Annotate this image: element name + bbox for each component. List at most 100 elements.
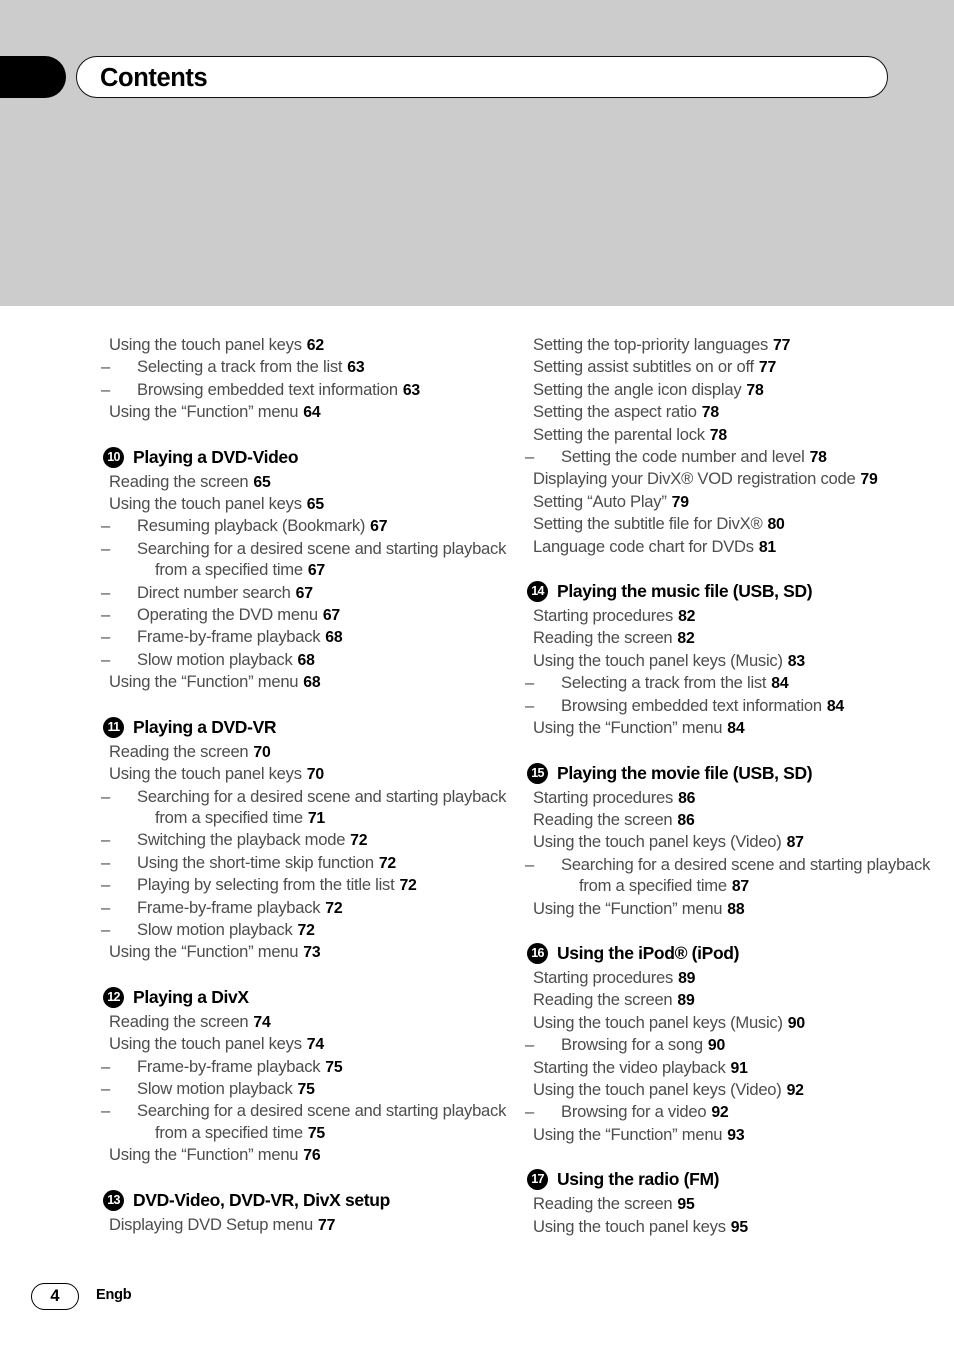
bullet-dash-icon: – xyxy=(101,919,110,939)
toc-entry-label: Using the “Function” menu xyxy=(109,1145,299,1165)
toc-entry[interactable]: – Slow motion playback 75 xyxy=(101,1078,523,1100)
toc-entry[interactable]: Displaying your DivX® VOD registration c… xyxy=(527,468,947,490)
toc-entry[interactable]: Using the touch panel keys 65 xyxy=(103,493,523,515)
toc-entry[interactable]: – Frame-by-frame playback 68 xyxy=(101,626,523,648)
toc-section-title: Playing the movie file (USB, SD) xyxy=(557,762,813,783)
bullet-dash-icon: – xyxy=(101,1101,110,1121)
toc-entry[interactable]: Using the “Function” menu 73 xyxy=(103,941,523,963)
toc-entry[interactable]: – Slow motion playback 72 xyxy=(101,919,523,941)
toc-entry[interactable]: Reading the screen 82 xyxy=(527,627,947,649)
toc-entry[interactable]: Using the “Function” menu 93 xyxy=(527,1124,947,1146)
toc-entry-page: 87 xyxy=(731,878,750,896)
toc-entry[interactable]: Using the touch panel keys (Music) 83 xyxy=(527,650,947,672)
toc-entry[interactable]: Using the touch panel keys 70 xyxy=(103,763,523,785)
toc-entry[interactable]: Setting assist subtitles on or off 77 xyxy=(527,356,947,378)
toc-entry[interactable]: – Operating the DVD menu 67 xyxy=(101,604,523,626)
toc-entry[interactable]: – Frame-by-frame playback 75 xyxy=(101,1056,523,1078)
bullet-dash-icon: – xyxy=(525,1102,534,1122)
toc-entry[interactable]: – Resuming playback (Bookmark) 67 xyxy=(101,515,523,537)
page-footer: 4 Engb xyxy=(0,1283,954,1323)
toc-entry-page: 84 xyxy=(826,697,845,715)
toc-entry[interactable]: – Browsing for a song 90 xyxy=(525,1034,947,1056)
toc-entry-page: 65 xyxy=(253,473,271,491)
toc-entry[interactable]: – Searching for a desired scene and start… xyxy=(525,854,947,898)
toc-section-header[interactable]: 16 Using the iPod® (iPod) xyxy=(527,941,947,966)
toc-entry[interactable]: Using the touch panel keys 95 xyxy=(527,1216,947,1238)
toc-entry-label: Using the “Function” menu xyxy=(533,1124,723,1144)
toc-entry[interactable]: – Using the short-time skip function 72 xyxy=(101,852,523,874)
language-code: Engb xyxy=(96,1287,132,1303)
toc-entry[interactable]: Setting the aspect ratio 78 xyxy=(527,401,947,423)
toc-entry[interactable]: Using the “Function” menu 88 xyxy=(527,898,947,920)
toc-section-header[interactable]: 17 Using the radio (FM) xyxy=(527,1167,947,1192)
toc-entry[interactable]: Reading the screen 70 xyxy=(103,741,523,763)
toc-entry-label: Setting the parental lock xyxy=(533,424,705,444)
toc-entry-label: Selecting a track from the list xyxy=(137,357,343,377)
toc-entry[interactable]: – Searching for a desired scene and start… xyxy=(101,538,523,582)
toc-entry[interactable]: Starting procedures 86 xyxy=(527,787,947,809)
toc-entry-label: Language code chart for DVDs xyxy=(533,536,754,556)
toc-entry[interactable]: – Playing by selecting from the title lis… xyxy=(101,874,523,896)
toc-section-header[interactable]: 10 Playing a DVD-Video xyxy=(103,445,523,470)
toc-entry[interactable]: Setting “Auto Play” 79 xyxy=(527,491,947,513)
toc-entry[interactable]: Starting the video playback 91 xyxy=(527,1057,947,1079)
chapter-number-badge: 16 xyxy=(527,942,548,964)
toc-entry[interactable]: Reading the screen 74 xyxy=(103,1011,523,1033)
bullet-dash-icon: – xyxy=(101,627,110,647)
toc-entry-page: 90 xyxy=(707,1037,726,1055)
toc-entry[interactable]: – Searching for a desired scene and start… xyxy=(101,786,523,830)
toc-entry[interactable]: Using the “Function” menu 64 xyxy=(103,401,523,423)
toc-entry[interactable]: – Frame-by-frame playback 72 xyxy=(101,897,523,919)
toc-entry[interactable]: Reading the screen 95 xyxy=(527,1193,947,1215)
toc-entry[interactable]: Setting the angle icon display 78 xyxy=(527,379,947,401)
page-number: 4 xyxy=(31,1283,79,1310)
toc-entry-label: Using the “Function” menu xyxy=(109,942,299,962)
toc-entry[interactable]: – Direct number search 67 xyxy=(101,582,523,604)
toc-entry[interactable]: Using the “Function” menu 84 xyxy=(527,717,947,739)
toc-entry[interactable]: – Setting the code number and level 78 xyxy=(525,446,947,468)
toc-entry-label: Playing by selecting from the title list xyxy=(137,875,395,895)
toc-entry[interactable]: Using the “Function” menu 68 xyxy=(103,671,523,693)
toc-section: 12 Playing a DivX Reading the screen 74 Usin… xyxy=(101,985,523,1167)
toc-entry[interactable]: Using the touch panel keys 74 xyxy=(103,1033,523,1055)
toc-entry-label: Switching the playback mode xyxy=(137,830,346,850)
toc-entry[interactable]: Using the touch panel keys (Video) 92 xyxy=(527,1079,947,1101)
toc-entry[interactable]: – Switching the playback mode 72 xyxy=(101,829,523,851)
toc-entry[interactable]: – Browsing for a video 92 xyxy=(525,1101,947,1123)
toc-entry[interactable]: Using the touch panel keys 62 xyxy=(103,334,523,356)
toc-entry[interactable]: Starting procedures 82 xyxy=(527,605,947,627)
toc-section-header[interactable]: 15 Playing the movie file (USB, SD) xyxy=(527,761,947,786)
toc-entry[interactable]: Using the “Function” menu 76 xyxy=(103,1144,523,1166)
toc-entry[interactable]: Language code chart for DVDs 81 xyxy=(527,536,947,558)
chapter-number-badge: 13 xyxy=(103,1189,124,1211)
toc-entry-label: Resuming playback (Bookmark) xyxy=(137,516,366,536)
toc-entry[interactable]: Reading the screen 86 xyxy=(527,809,947,831)
toc-section-header[interactable]: 14 Playing the music file (USB, SD) xyxy=(527,579,947,604)
toc-entry-page: 70 xyxy=(253,743,271,761)
toc-entry[interactable]: – Searching for a desired scene and start… xyxy=(101,1100,523,1144)
toc-section-header[interactable]: 13 DVD-Video, DVD-VR, DivX setup xyxy=(103,1188,523,1213)
toc-entry[interactable]: Setting the top-priority languages 77 xyxy=(527,334,947,356)
toc-entry[interactable]: – Selecting a track from the list 84 xyxy=(525,672,947,694)
toc-entry[interactable]: Reading the screen 89 xyxy=(527,989,947,1011)
toc-entry-label: Browsing for a song xyxy=(561,1035,703,1055)
toc-entry[interactable]: Setting the subtitle file for DivX® 80 xyxy=(527,513,947,535)
toc-section-header[interactable]: 11 Playing a DVD-VR xyxy=(103,715,523,740)
toc-section-header[interactable]: 12 Playing a DivX xyxy=(103,985,523,1010)
toc-entry-page: 72 xyxy=(297,921,315,939)
toc-entry[interactable]: – Browsing embedded text information 84 xyxy=(525,695,947,717)
toc-entry[interactable]: Starting procedures 89 xyxy=(527,967,947,989)
toc-entry[interactable]: – Slow motion playback 68 xyxy=(101,649,523,671)
toc-entry[interactable]: Reading the screen 65 xyxy=(103,471,523,493)
toc-entry[interactable]: – Selecting a track from the list 63 xyxy=(101,356,523,378)
toc-entry[interactable]: Using the touch panel keys (Music) 90 xyxy=(527,1012,947,1034)
toc-entry[interactable]: Using the touch panel keys (Video) 87 xyxy=(527,831,947,853)
toc-entry-page: 63 xyxy=(402,381,421,399)
toc-entry-label: Starting the video playback xyxy=(533,1057,726,1077)
toc-entry[interactable]: – Browsing embedded text information 63 xyxy=(101,379,523,401)
toc-entry[interactable]: Setting the parental lock 78 xyxy=(527,424,947,446)
toc-entry[interactable]: Displaying DVD Setup menu 77 xyxy=(103,1214,523,1236)
toc-entry-page: 77 xyxy=(758,359,777,377)
toc-entry-page: 68 xyxy=(303,674,321,692)
toc-entry-label: Frame-by-frame playback xyxy=(137,627,321,647)
